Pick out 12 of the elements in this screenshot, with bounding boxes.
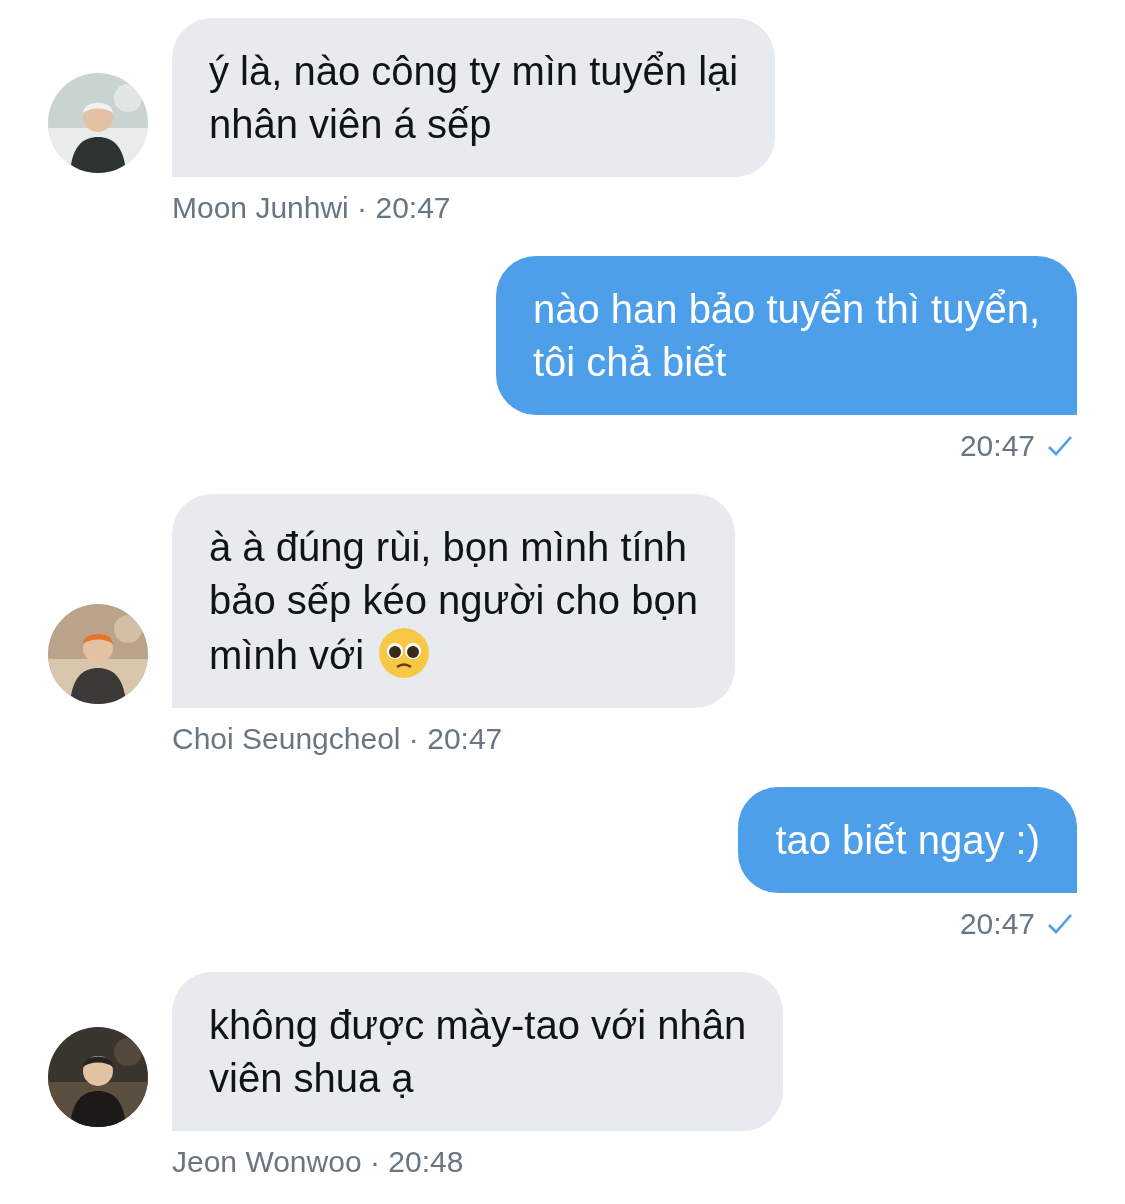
message-meta: Jeon Wonwoo · 20:48	[172, 1145, 464, 1179]
message-time: 20:47	[959, 429, 1035, 463]
message-bubble: à à đúng rùi, bọn mình tính bảo sếp kéo người cho bọn mình với	[172, 494, 735, 708]
check-icon	[1047, 913, 1073, 935]
check-icon	[1047, 435, 1073, 457]
message-time: 20:47	[959, 907, 1035, 941]
message-bubble: nào han bảo tuyển thì tuyển, tôi chả biết	[495, 256, 1077, 415]
message-meta: Moon Junhwi · 20:47	[172, 191, 451, 225]
message-bubble: không được mày-tao với nhân viên shua ạ	[172, 972, 784, 1131]
message-bubble: ý là, nào công ty mìn tuyển lại nhân viên á sếp	[172, 18, 776, 177]
message-bubble: tao biết ngay :)	[738, 787, 1077, 893]
message-meta: Choi Seungcheol · 20:47	[172, 722, 503, 756]
